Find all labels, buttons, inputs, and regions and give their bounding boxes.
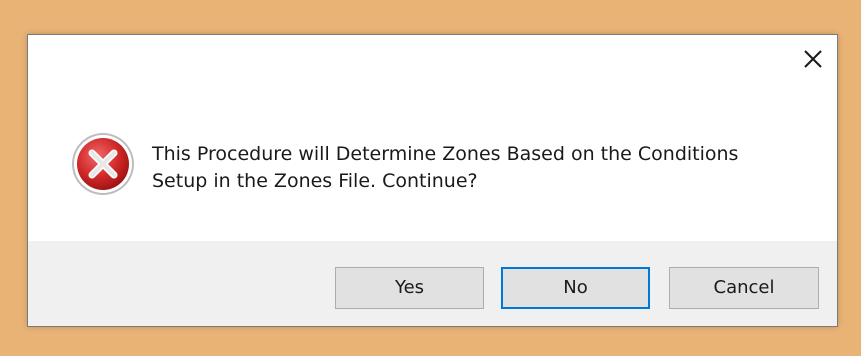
dialog-button-bar: Yes No Cancel xyxy=(28,241,837,326)
close-button[interactable] xyxy=(799,45,827,73)
error-icon xyxy=(72,133,134,195)
no-button[interactable]: No xyxy=(501,267,650,309)
message-line-2: Setup in the Zones File. Continue? xyxy=(152,170,478,192)
message-line-1: This Procedure will Determine Zones Base… xyxy=(152,143,739,165)
dialog-content: This Procedure will Determine Zones Base… xyxy=(70,131,800,201)
desktop-background: This Procedure will Determine Zones Base… xyxy=(0,0,861,356)
message-dialog: This Procedure will Determine Zones Base… xyxy=(27,34,838,327)
cancel-button[interactable]: Cancel xyxy=(669,267,819,309)
close-icon xyxy=(804,50,822,68)
yes-button[interactable]: Yes xyxy=(335,267,484,309)
dialog-message: This Procedure will Determine Zones Base… xyxy=(152,141,812,195)
